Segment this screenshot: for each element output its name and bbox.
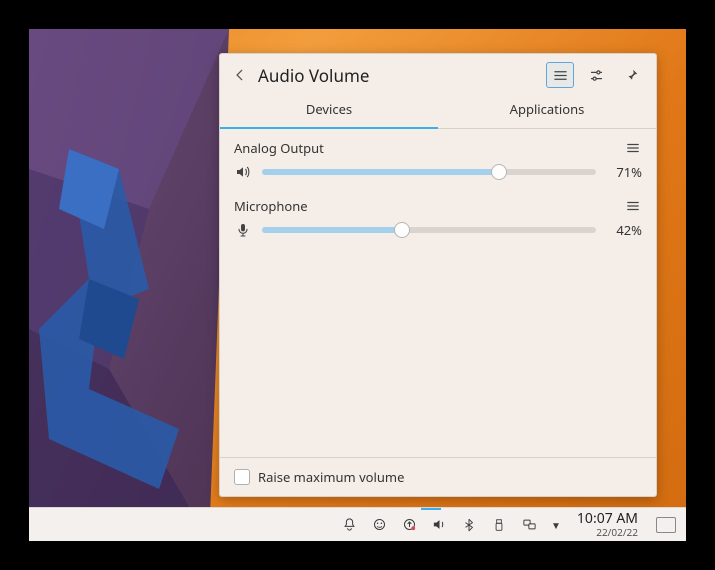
clock[interactable]: 10:07 AM 22/02/22 [577,511,638,537]
hamburger-menu-button[interactable] [546,62,574,88]
desktop: Audio Volume Devices Applications [29,29,686,541]
popup-header: Audio Volume [220,54,656,92]
audio-volume-popup: Audio Volume Devices Applications [219,53,657,497]
device-menu-button[interactable] [624,197,642,215]
tray-active-indicator [421,508,441,510]
updates-icon[interactable] [401,517,417,533]
usb-device-icon[interactable] [491,517,507,533]
popup-footer: Raise maximum volume [220,457,656,496]
microphone-icon[interactable] [234,221,252,239]
device-menu-button[interactable] [624,139,642,157]
volume-slider[interactable] [262,222,596,238]
clock-date: 22/02/22 [577,527,638,538]
device-analog-output: Analog Output 71% [234,139,642,181]
volume-tray-icon[interactable] [431,517,447,533]
show-desktop-button[interactable] [656,517,676,533]
volume-slider[interactable] [262,164,596,180]
slider-thumb[interactable] [491,164,507,180]
configure-button[interactable] [582,62,610,88]
back-button[interactable] [230,65,250,85]
notifications-icon[interactable] [341,517,357,533]
tabs: Devices Applications [220,92,656,129]
slider-thumb[interactable] [394,222,410,238]
popup-title: Audio Volume [258,64,538,87]
pin-button[interactable] [618,62,646,88]
device-label: Microphone [234,197,308,215]
device-label: Analog Output [234,139,324,157]
volume-percent: 42% [606,221,642,239]
raise-max-volume-label: Raise maximum volume [258,468,404,486]
raise-max-volume-checkbox[interactable] [234,469,250,485]
bluetooth-icon[interactable] [461,517,477,533]
tab-devices[interactable]: Devices [220,92,438,129]
network-icon[interactable] [521,517,537,533]
tray-expand-arrow[interactable]: ▼ [551,518,561,532]
taskbar: ▼ 10:07 AM 22/02/22 [29,507,686,541]
system-tray: ▼ [341,517,561,533]
speaker-icon[interactable] [234,163,252,181]
tab-applications[interactable]: Applications [438,92,656,129]
keyboard-layout-icon[interactable] [371,517,387,533]
device-microphone: Microphone 42% [234,197,642,239]
devices-pane: Analog Output 71% [220,129,656,457]
volume-percent: 71% [606,163,642,181]
